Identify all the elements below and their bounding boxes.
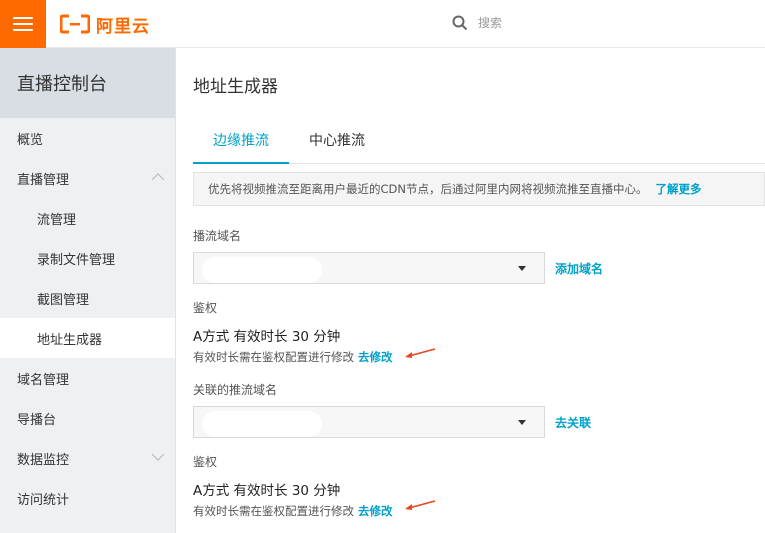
modify-link[interactable]: 去修改 bbox=[358, 350, 393, 364]
sidebar-item-overview[interactable]: 概览 bbox=[0, 118, 175, 158]
main-content: 地址生成器 边缘推流 中心推流 优先将视频推流至距离用户最近的CDN节点，后通过… bbox=[193, 48, 765, 533]
search-icon bbox=[452, 15, 468, 30]
auth-label: 鉴权 bbox=[193, 301, 218, 315]
caret-down-icon bbox=[518, 420, 526, 425]
menu-button[interactable] bbox=[0, 0, 46, 48]
tab-edge-push[interactable]: 边缘推流 bbox=[193, 124, 289, 164]
push-domain-label: 关联的推流域名 bbox=[193, 383, 278, 397]
auth-hint: 有效时长需在鉴权配置进行修改 去修改 bbox=[193, 349, 393, 365]
chevron-up-icon bbox=[151, 173, 165, 181]
tab-center-push[interactable]: 中心推流 bbox=[289, 124, 385, 164]
brand-name: 阿里云 bbox=[96, 16, 150, 37]
push-domain-value bbox=[202, 411, 322, 437]
push-domain-select[interactable] bbox=[193, 406, 545, 438]
auth-hint: 有效时长需在鉴权配置进行修改 去修改 bbox=[193, 503, 393, 519]
annotation-arrow-icon bbox=[405, 500, 436, 510]
sidebar-item-label: 概览 bbox=[17, 132, 44, 148]
auth-label: 鉴权 bbox=[193, 455, 218, 469]
modify-link[interactable]: 去修改 bbox=[358, 504, 393, 518]
add-domain-link[interactable]: 添加域名 bbox=[555, 260, 603, 277]
auth-value: A方式 有效时长 30 分钟 bbox=[193, 483, 341, 499]
menu-icon-line bbox=[13, 29, 33, 31]
sidebar-item-label: 截图管理 bbox=[37, 292, 90, 308]
top-bar: 阿里云 搜索 bbox=[0, 0, 765, 48]
sidebar-item-access-statistics[interactable]: 访问统计 bbox=[0, 478, 175, 518]
sidebar-item-label: 域名管理 bbox=[17, 372, 70, 388]
sidebar-item-label: 流管理 bbox=[37, 212, 77, 228]
learn-more-link[interactable]: 了解更多 bbox=[655, 181, 701, 197]
notice-text: 优先将视频推流至距离用户最近的CDN节点，后通过阿里内网将视频流推至直播中心。 bbox=[208, 182, 648, 196]
caret-down-icon bbox=[518, 266, 526, 271]
tab-bar: 边缘推流 中心推流 bbox=[193, 124, 765, 164]
sidebar-item-label: 导播台 bbox=[17, 412, 57, 428]
sidebar-item-label: 直播管理 bbox=[17, 172, 70, 188]
sidebar-item-data-monitoring[interactable]: 数据监控 bbox=[0, 438, 175, 478]
sidebar-item-domain-management[interactable]: 域名管理 bbox=[0, 358, 175, 398]
aliyun-logo[interactable]: 阿里云 bbox=[60, 12, 150, 37]
play-domain-label: 播流域名 bbox=[193, 229, 242, 243]
menu-icon-line bbox=[13, 23, 33, 25]
sidebar-item-live-management[interactable]: 直播管理 bbox=[0, 158, 175, 198]
menu-icon-line bbox=[13, 17, 33, 19]
sidebar-title: 直播控制台 bbox=[0, 48, 175, 118]
sidebar-item-label: 访问统计 bbox=[17, 492, 70, 508]
page-title: 地址生成器 bbox=[193, 77, 278, 97]
play-domain-select[interactable] bbox=[193, 252, 545, 284]
auth-hint-text: 有效时长需在鉴权配置进行修改 bbox=[193, 504, 354, 518]
sidebar-item-screenshot-management[interactable]: 截图管理 bbox=[0, 278, 175, 318]
annotation-arrow-icon bbox=[405, 348, 436, 358]
sidebar-item-label: 录制文件管理 bbox=[37, 252, 116, 268]
search-placeholder: 搜索 bbox=[478, 16, 503, 30]
sidebar-item-label: 数据监控 bbox=[17, 452, 70, 468]
play-domain-value bbox=[202, 257, 322, 283]
search-box[interactable]: 搜索 bbox=[452, 14, 502, 31]
aliyun-logo-icon bbox=[60, 14, 90, 34]
sidebar-item-director[interactable]: 导播台 bbox=[0, 398, 175, 438]
sidebar-item-address-generator[interactable]: 地址生成器 bbox=[0, 318, 175, 358]
auth-value: A方式 有效时长 30 分钟 bbox=[193, 329, 341, 345]
auth-hint-text: 有效时长需在鉴权配置进行修改 bbox=[193, 350, 354, 364]
chevron-down-icon bbox=[151, 453, 165, 461]
sidebar-item-stream-management[interactable]: 流管理 bbox=[0, 198, 175, 238]
info-notice: 优先将视频推流至距离用户最近的CDN节点，后通过阿里内网将视频流推至直播中心。 … bbox=[193, 172, 765, 206]
sidebar: 直播控制台 概览 直播管理 流管理 录制文件管理 截图管理 地址生成器 域名管理… bbox=[0, 48, 176, 533]
sidebar-item-label: 地址生成器 bbox=[37, 332, 103, 348]
sidebar-item-recording-files[interactable]: 录制文件管理 bbox=[0, 238, 175, 278]
associate-link[interactable]: 去关联 bbox=[555, 414, 591, 431]
